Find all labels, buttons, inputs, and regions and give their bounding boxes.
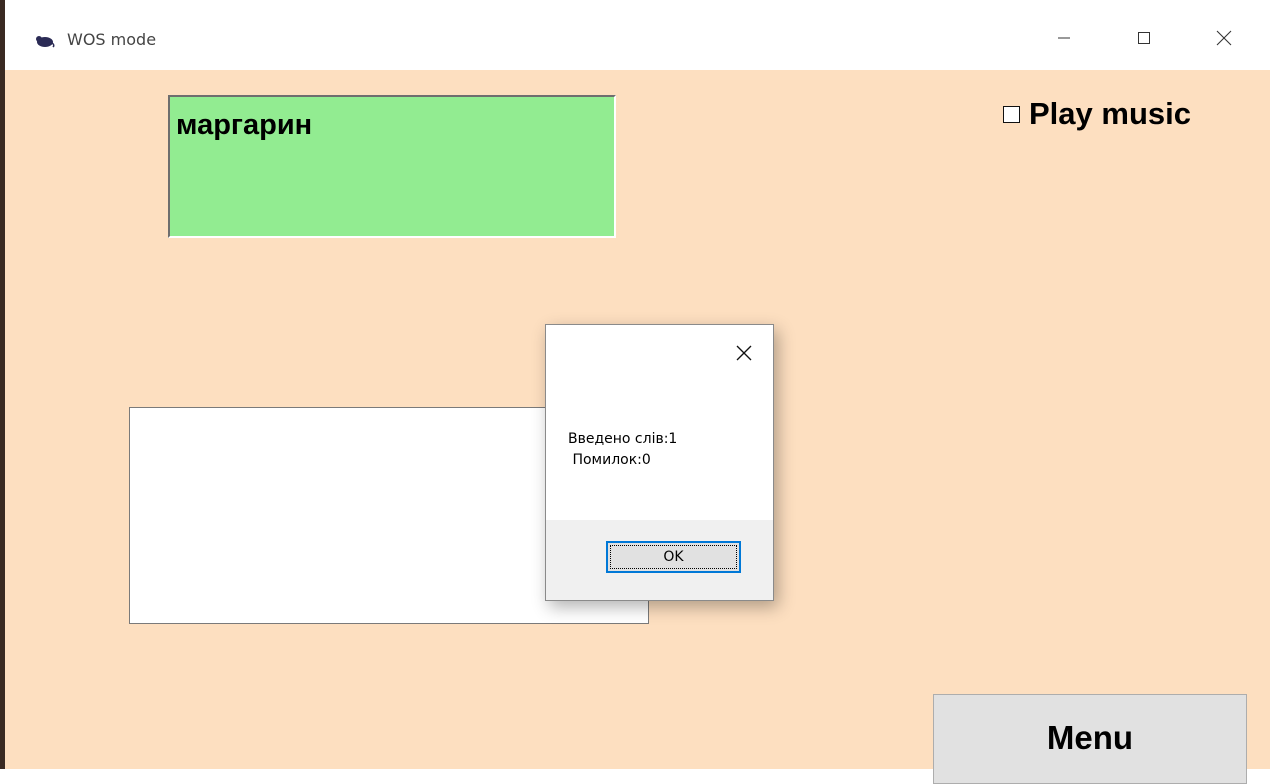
maximize-button[interactable] — [1121, 20, 1167, 60]
target-word-box: маргарин — [168, 95, 616, 238]
dialog-footer: OK — [546, 520, 773, 600]
window-title: WOS mode — [67, 30, 157, 49]
result-dialog: Введено слів:1 Помилок:0 OK — [545, 324, 774, 601]
minimize-button[interactable] — [1041, 20, 1087, 60]
close-button[interactable] — [1201, 20, 1247, 60]
play-music-checkbox[interactable]: Play music — [1003, 96, 1191, 132]
target-word: маргарин — [176, 109, 313, 141]
dialog-close-button[interactable] — [726, 337, 762, 373]
checkbox-square[interactable] — [1003, 105, 1020, 123]
menu-label: Menu — [1046, 719, 1134, 756]
maximize-icon — [1136, 30, 1152, 50]
dialog-message: Введено слів:1 Помилок:0 — [568, 431, 678, 468]
close-icon — [735, 344, 753, 366]
mouse-icon — [33, 33, 55, 48]
title-bar: WOS mode — [5, 0, 1270, 70]
ok-label: OK — [663, 549, 684, 565]
play-music-label: Play music — [1029, 96, 1191, 131]
minimize-icon — [1056, 30, 1072, 50]
menu-button[interactable]: Menu — [933, 694, 1247, 784]
close-icon — [1215, 29, 1233, 51]
ok-button[interactable]: OK — [606, 541, 741, 573]
